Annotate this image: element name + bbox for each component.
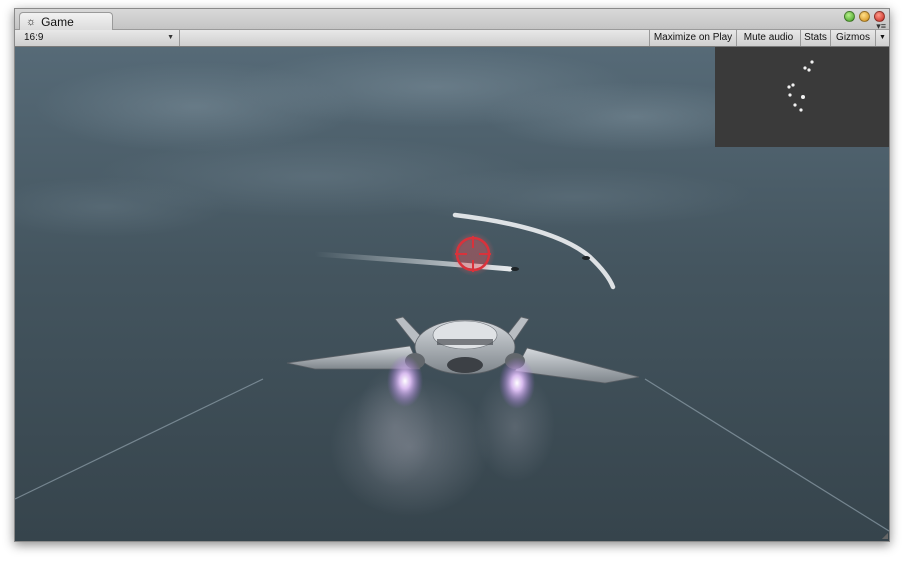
unity-logo-icon: ☼ bbox=[26, 15, 37, 28]
aspect-ratio-value: 16:9 bbox=[24, 32, 44, 43]
mute-audio-button[interactable]: Mute audio bbox=[736, 30, 800, 46]
maximize-on-play-button[interactable]: Maximize on Play bbox=[649, 30, 736, 46]
aspect-ratio-dropdown[interactable]: 16:9 ▼ bbox=[15, 30, 180, 46]
resize-grip-icon[interactable]: ◢ bbox=[882, 531, 888, 540]
targeting-crosshair bbox=[451, 232, 495, 276]
stats-button[interactable]: Stats bbox=[800, 30, 830, 46]
enemy-ship bbox=[582, 256, 590, 260]
dropdown-arrow-icon: ▼ bbox=[167, 34, 174, 41]
tab-game[interactable]: ☼ Game bbox=[19, 12, 113, 30]
tab-bar: ☼ Game ▾≡ bbox=[15, 9, 889, 31]
tab-label: Game bbox=[41, 14, 74, 29]
zoom-button[interactable] bbox=[844, 11, 855, 22]
enemy-ship bbox=[511, 267, 519, 271]
gizmos-button[interactable]: Gizmos bbox=[830, 30, 875, 46]
game-viewport[interactable] bbox=[15, 47, 889, 541]
game-window: ☼ Game ▾≡ 16:9 ▼ Maximize on Play Mute a… bbox=[14, 8, 890, 542]
radar-minimap bbox=[715, 47, 889, 147]
minimize-button[interactable] bbox=[859, 11, 870, 22]
game-scene bbox=[15, 47, 889, 541]
gizmos-dropdown-arrow-icon[interactable]: ▼ bbox=[875, 30, 889, 46]
game-toolbar: 16:9 ▼ Maximize on Play Mute audio Stats… bbox=[15, 30, 889, 47]
